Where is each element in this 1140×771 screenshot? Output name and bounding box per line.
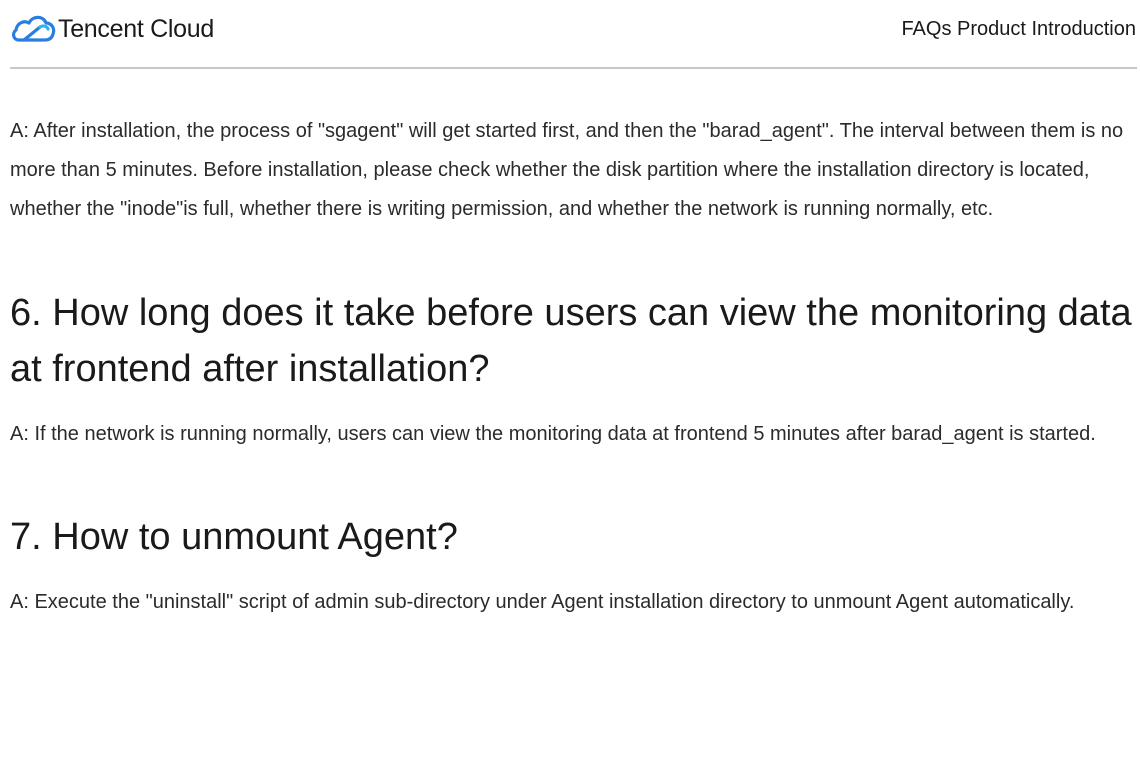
answer-6-text: A: If the network is running normally, u…	[10, 423, 1096, 445]
question-7-heading: 7. How to unmount Agent?	[10, 516, 458, 558]
question-6-heading: 6. How long does it take before users ca…	[10, 292, 1132, 390]
answer-7-text: A: Execute the "uninstall" script of adm…	[10, 591, 1075, 613]
tencent-cloud-logo-icon	[12, 15, 56, 42]
page-header: Tencent Cloud FAQs Product Introduction	[0, 0, 1140, 70]
answer-5-text: A: After installation, the process of "s…	[10, 120, 1124, 220]
document-title: FAQs Product Introduction	[901, 18, 1136, 40]
brand-name: Tencent Cloud	[58, 14, 214, 43]
brand-logo[interactable]: Tencent Cloud	[10, 12, 214, 46]
header-divider	[10, 67, 1137, 69]
document-body: A: After installation, the process of "s…	[10, 112, 1135, 622]
